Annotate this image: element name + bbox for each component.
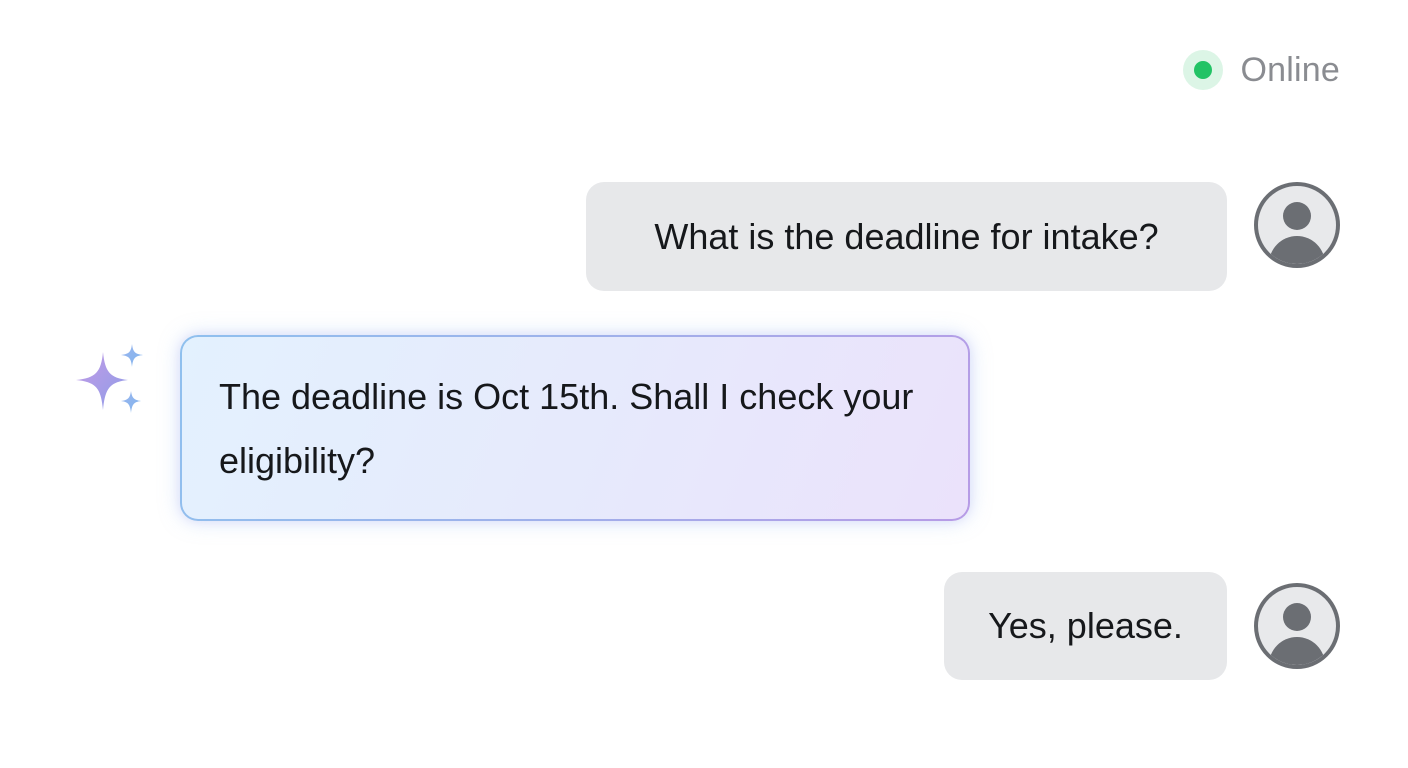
sparkle-large bbox=[76, 352, 128, 410]
avatar-head bbox=[1283, 603, 1311, 631]
message-text: The deadline is Oct 15th. Shall I check … bbox=[219, 376, 914, 481]
user-avatar-icon bbox=[1254, 182, 1340, 268]
online-status-icon bbox=[1182, 50, 1223, 90]
user-message-bubble: What is the deadline for intake? bbox=[586, 182, 1227, 291]
user-message-bubble: Yes, please. bbox=[944, 572, 1227, 680]
chat-window: Online What is the deadline for intake? … bbox=[0, 0, 1408, 768]
user-avatar-icon bbox=[1254, 583, 1340, 669]
sparkle-top bbox=[121, 344, 143, 367]
avatar-shoulders bbox=[1269, 637, 1325, 665]
sparkle-icon bbox=[76, 344, 143, 413]
avatar-shoulders bbox=[1269, 236, 1325, 264]
message-text: What is the deadline for intake? bbox=[654, 215, 1159, 257]
message-text: Yes, please. bbox=[988, 605, 1183, 646]
assistant-message-bubble: The deadline is Oct 15th. Shall I check … bbox=[180, 335, 970, 521]
status-indicator: Online bbox=[1182, 50, 1340, 90]
status-label: Online bbox=[1240, 50, 1340, 89]
sparkle-bottom bbox=[121, 391, 141, 413]
avatar-head bbox=[1283, 202, 1311, 230]
status-dot bbox=[1193, 61, 1212, 79]
